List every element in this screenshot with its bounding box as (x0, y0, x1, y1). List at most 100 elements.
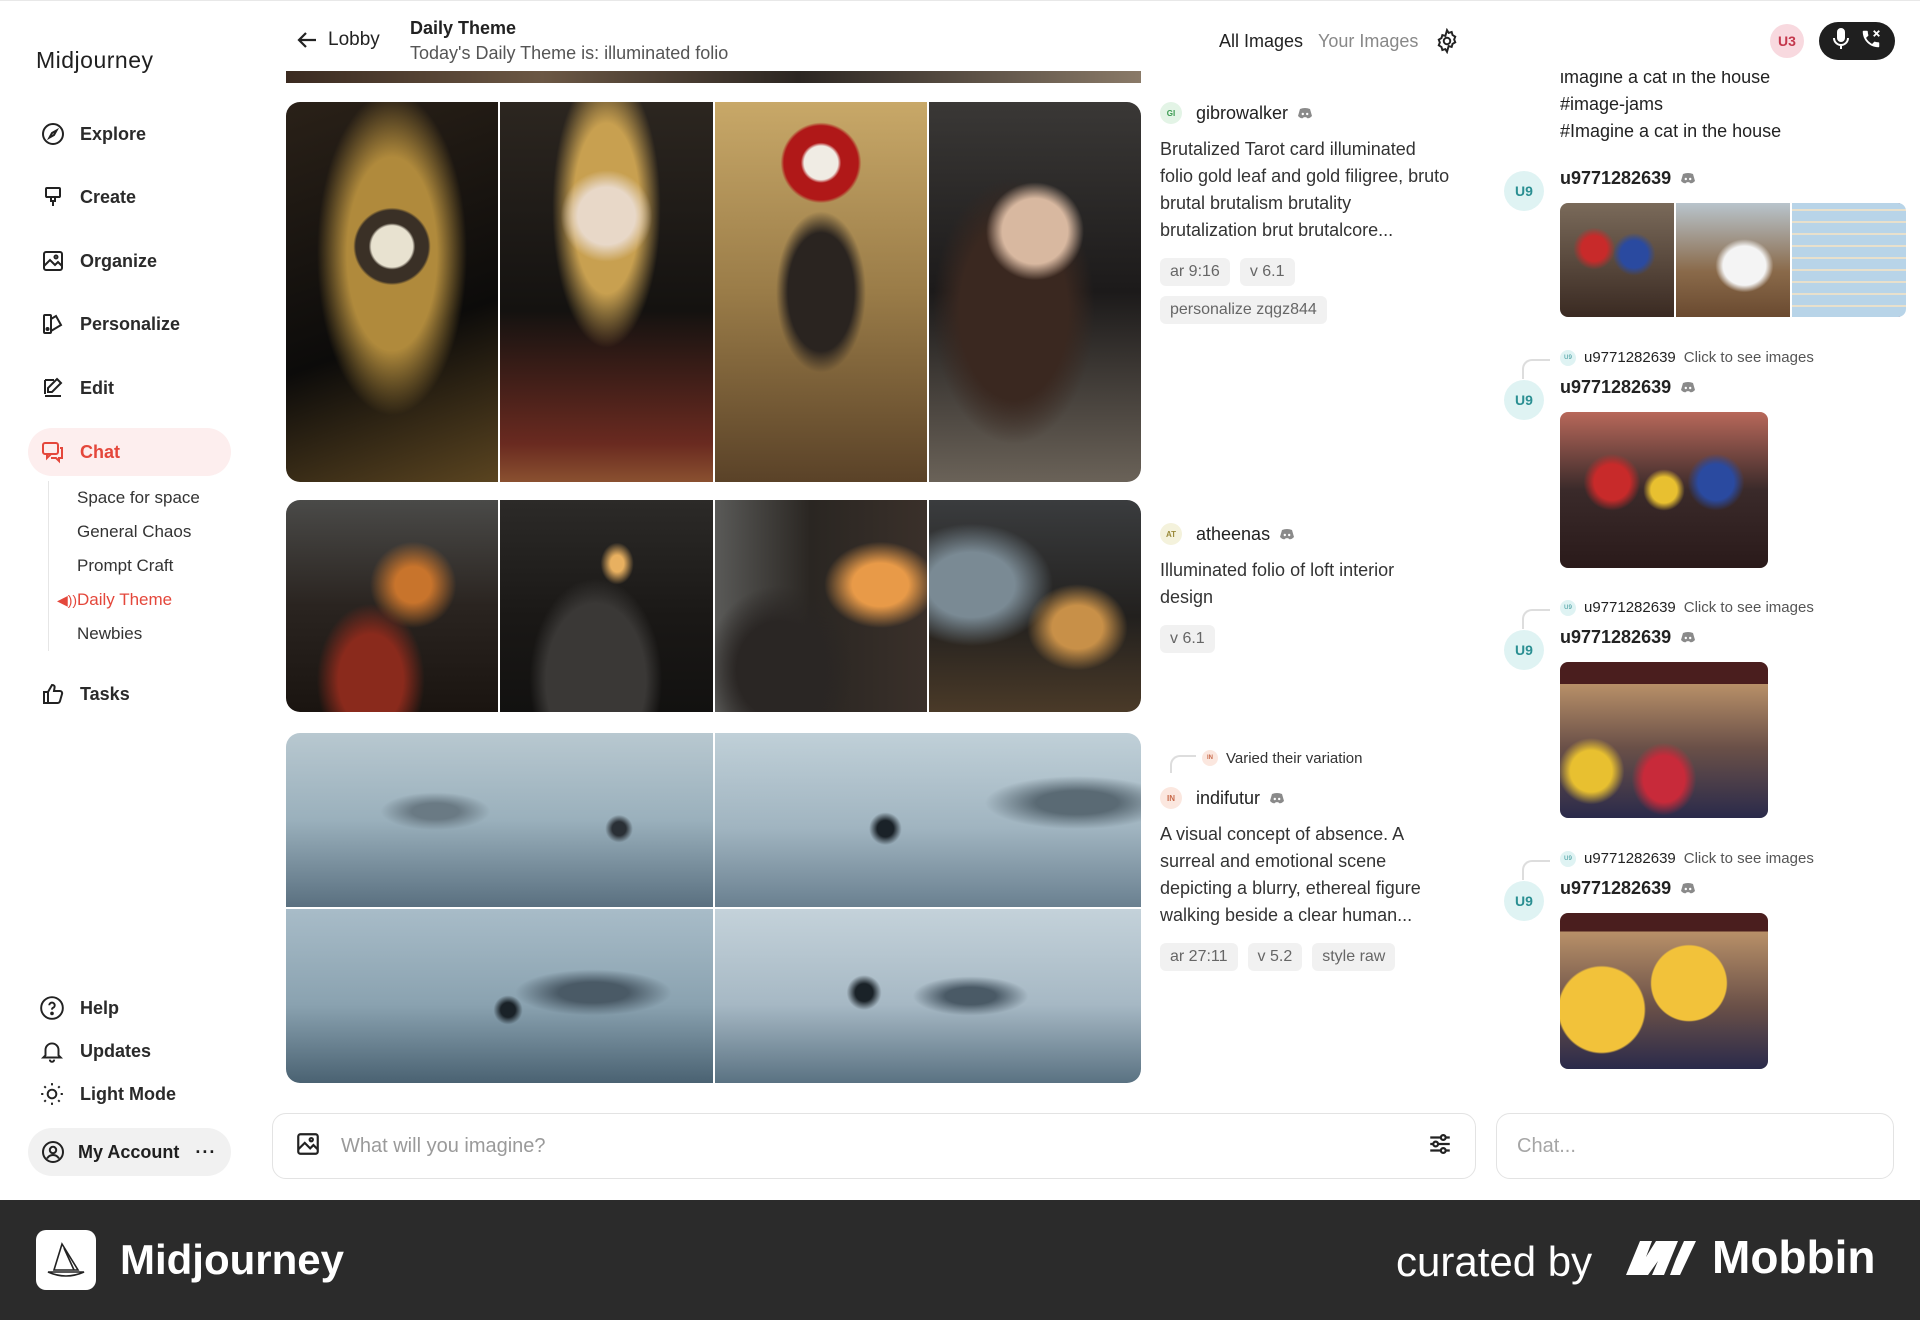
imagine-input[interactable] (341, 1134, 1427, 1158)
chat-message-text: #Imagine a cat in the house (1560, 121, 1782, 141)
image-upload-icon[interactable] (295, 1131, 321, 1162)
help-icon (38, 994, 66, 1022)
param-tag[interactable]: ar 27:11 (1160, 943, 1238, 971)
room-daily-theme[interactable]: ◀)) Daily Theme (49, 583, 200, 617)
chat-username[interactable]: u9771282639 (1560, 168, 1696, 189)
param-tag[interactable]: v 5.2 (1247, 943, 1303, 971)
app-window: Midjourney Explore Create Organize Perso… (0, 0, 1920, 1200)
reply-reference[interactable]: U9 u9771282639 Click to see images (1560, 850, 1814, 867)
reply-hint: Click to see images (1683, 850, 1814, 867)
discord-icon (1681, 382, 1696, 393)
microphone-icon[interactable] (1832, 27, 1850, 55)
image-thumbnail[interactable] (714, 500, 927, 712)
account-label: My Account (78, 1141, 180, 1162)
page-subtitle: Today's Daily Theme is: illuminated foli… (410, 43, 729, 63)
chat-input[interactable] (1517, 1134, 1873, 1158)
sidebar: Midjourney Explore Create Organize Perso… (0, 1, 262, 1200)
image-thumbnail[interactable] (286, 500, 499, 712)
more-options-icon[interactable]: ··· (195, 1142, 216, 1163)
settings-gear-icon[interactable] (1434, 27, 1460, 59)
footer-app-name: Midjourney (120, 1236, 345, 1283)
nav-chat[interactable]: Chat (28, 428, 231, 476)
filter-your-images[interactable]: Your Images (1318, 31, 1418, 52)
lobby-label: Lobby (328, 29, 380, 50)
reply-hint: Click to see images (1683, 599, 1814, 616)
image-thumbnail[interactable] (286, 102, 499, 482)
image-thumbnail[interactable] (928, 500, 1141, 712)
image-thumbnail[interactable] (714, 733, 1141, 907)
chat-image[interactable] (1560, 203, 1674, 317)
post-prompt[interactable]: A visual concept of absence. A surreal a… (1160, 821, 1450, 929)
image-feed: GI gibrowalker Brutalized Tarot card ill… (286, 71, 1476, 1089)
nav-organize[interactable]: Organize (28, 237, 231, 285)
chat-avatar[interactable]: U9 (1504, 171, 1544, 211)
reply-avatar: U9 (1560, 349, 1576, 366)
nav-create[interactable]: Create (28, 173, 231, 221)
user-avatar[interactable]: U3 (1770, 24, 1804, 58)
post-prompt[interactable]: Brutalized Tarot card illuminated folio … (1160, 136, 1450, 244)
reply-curve (1170, 755, 1196, 773)
back-to-lobby[interactable]: Lobby (296, 29, 380, 51)
post-image-grid (286, 500, 1141, 712)
param-tag[interactable]: v 6.1 (1239, 258, 1295, 286)
chat-image[interactable] (1792, 203, 1906, 317)
chat-avatar[interactable]: U9 (1504, 881, 1544, 921)
image-thumbnail[interactable] (500, 500, 713, 712)
image-thumbnail[interactable] (714, 909, 1141, 1083)
post-author[interactable]: AT atheenas (1160, 523, 1460, 545)
light-mode-label: Light Mode (80, 1083, 176, 1104)
post-tags: v 6.1 (1160, 625, 1460, 653)
param-tag[interactable]: style raw (1312, 943, 1396, 971)
chat-avatar[interactable]: U9 (1504, 380, 1544, 420)
chat-avatar[interactable]: U9 (1504, 630, 1544, 670)
page-title: Daily Theme (410, 18, 517, 38)
chat-username[interactable]: u9771282639 (1560, 627, 1696, 648)
chat-input-box (1496, 1113, 1894, 1179)
chat-username[interactable]: u9771282639 (1560, 878, 1696, 899)
variation-reference[interactable]: IN Varied their variation (1170, 743, 1460, 773)
room-general-chaos[interactable]: General Chaos (49, 515, 200, 549)
room-space-for-space[interactable]: Space for space (49, 481, 200, 515)
help-link[interactable]: Help (38, 990, 119, 1026)
author-name: indifutur (1196, 787, 1261, 808)
brand-logo-text[interactable]: Midjourney (36, 47, 154, 74)
reply-reference[interactable]: U9 u9771282639 Click to see images (1560, 349, 1814, 366)
image-thumbnail[interactable] (286, 733, 713, 907)
post-image-grid (286, 733, 1141, 1083)
phone-call-icon[interactable] (1860, 28, 1882, 55)
post-author[interactable]: GI gibrowalker (1160, 102, 1460, 124)
post-prompt[interactable]: Illuminated folio of loft interior desig… (1160, 557, 1450, 611)
param-tag[interactable]: ar 9:16 (1160, 258, 1230, 286)
settings-sliders-icon[interactable] (1427, 1131, 1453, 1162)
room-prompt-craft[interactable]: Prompt Craft (49, 549, 200, 583)
image-thumbnail[interactable] (286, 909, 713, 1083)
chat-image[interactable] (1676, 203, 1790, 317)
param-tag[interactable]: v 6.1 (1160, 625, 1215, 653)
room-newbies[interactable]: Newbies (49, 617, 200, 651)
nav-tasks[interactable]: Tasks (28, 670, 231, 718)
chat-image-grid[interactable] (1560, 203, 1906, 317)
updates-link[interactable]: Updates (38, 1033, 151, 1069)
chat-username-text: u9771282639 (1560, 168, 1672, 188)
image-thumbnail[interactable] (500, 102, 713, 482)
post-meta: IN Varied their variation IN indifutur A… (1160, 743, 1460, 971)
post-author[interactable]: IN indifutur (1160, 787, 1460, 809)
speaker-icon: ◀)) (57, 592, 78, 608)
account-button[interactable]: My Account ··· (28, 1128, 231, 1176)
nav-personalize[interactable]: Personalize (28, 300, 231, 348)
reply-reference[interactable]: U9 u9771282639 Click to see images (1560, 599, 1814, 616)
light-mode-toggle[interactable]: Light Mode (38, 1076, 176, 1112)
image-thumbnail[interactable] (928, 102, 1141, 482)
mobbin-wordmark: Mobbin (1712, 1231, 1876, 1283)
reply-curve (1522, 609, 1550, 629)
image-thumbnail[interactable] (714, 102, 927, 482)
chat-image[interactable] (1560, 662, 1768, 818)
chat-image[interactable] (1560, 913, 1768, 1069)
nav-explore[interactable]: Explore (28, 110, 231, 158)
nav-edit[interactable]: Edit (28, 364, 231, 412)
chat-username[interactable]: u9771282639 (1560, 377, 1696, 398)
param-tag[interactable]: personalize zqgz844 (1160, 296, 1327, 324)
author-avatar: IN (1160, 787, 1182, 809)
filter-all-images[interactable]: All Images (1219, 31, 1303, 52)
chat-image[interactable] (1560, 412, 1768, 568)
